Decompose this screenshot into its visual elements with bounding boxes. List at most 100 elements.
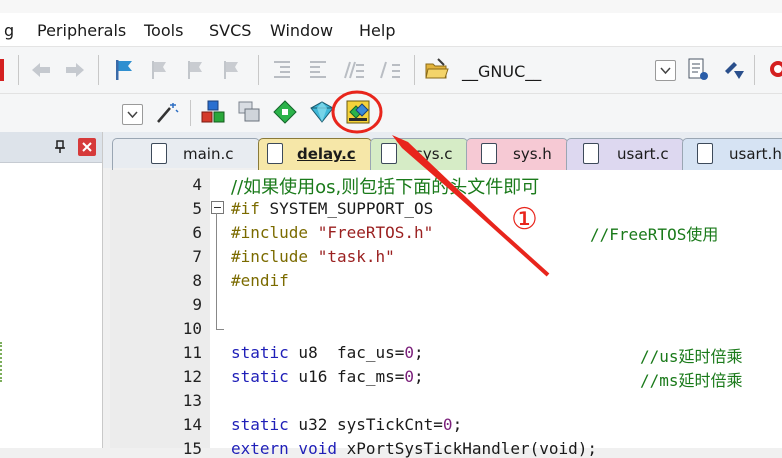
string-literal: "task.h" bbox=[317, 247, 395, 266]
bookmark-prev-icon[interactable] bbox=[148, 58, 172, 82]
target-dropdown-button[interactable] bbox=[655, 60, 676, 81]
toolbar-main: __GNUC__ bbox=[0, 47, 782, 94]
code-text: ; bbox=[414, 367, 424, 386]
preprocessor-directive: #include bbox=[231, 247, 309, 266]
project-panel bbox=[0, 132, 103, 448]
code-line-11: static u8 fac_us=0; bbox=[231, 343, 424, 362]
code-text: u32 sysTickCnt= bbox=[288, 415, 443, 434]
tab-main-c[interactable]: main.c bbox=[112, 138, 260, 171]
tab-label: delay.c bbox=[297, 145, 356, 163]
menu-svcs[interactable]: SVCS bbox=[209, 21, 251, 40]
file-icon bbox=[151, 143, 167, 164]
document-settings-icon[interactable] bbox=[686, 57, 710, 83]
file-extensions-icon[interactable] bbox=[236, 99, 262, 125]
file-icon bbox=[381, 143, 397, 164]
project-panel-header bbox=[0, 132, 102, 163]
line-number: 8 bbox=[192, 271, 202, 290]
title-strip bbox=[0, 0, 782, 13]
string-literal: "FreeRTOS.h" bbox=[317, 223, 434, 242]
keyword: static bbox=[231, 367, 289, 386]
code-text: xPortSysTickHandler(void); bbox=[336, 439, 598, 458]
line-number: 10 bbox=[182, 319, 202, 338]
target-define-label[interactable]: __GNUC__ bbox=[462, 62, 541, 81]
unindent-icon[interactable] bbox=[306, 59, 330, 81]
annotation-marker: ① bbox=[511, 202, 538, 237]
indent-icon[interactable] bbox=[270, 59, 294, 81]
uncomment-icon[interactable] bbox=[378, 59, 402, 81]
fold-guide-end bbox=[216, 329, 224, 330]
code-text: SYSTEM_SUPPORT_OS bbox=[259, 199, 434, 218]
tree-guide bbox=[0, 342, 6, 382]
line-number: 15 bbox=[182, 439, 202, 458]
tab-sys-h[interactable]: sys.h bbox=[466, 138, 568, 171]
bookmark-clear-icon[interactable] bbox=[220, 58, 244, 82]
toolbar-separator bbox=[190, 100, 191, 126]
line-number: 14 bbox=[182, 415, 202, 434]
menu-tools[interactable]: Tools bbox=[144, 21, 183, 40]
back-arrow-icon[interactable] bbox=[30, 61, 52, 79]
tab-usart-h[interactable]: usart.h bbox=[682, 138, 782, 171]
bookmark-flag-icon[interactable] bbox=[112, 58, 136, 82]
menu-debug[interactable]: g bbox=[4, 21, 14, 40]
close-panel-button[interactable] bbox=[78, 138, 96, 156]
line-number: 13 bbox=[182, 391, 202, 410]
keyword: extern void bbox=[231, 439, 337, 458]
open-folder-icon[interactable] bbox=[424, 57, 450, 81]
magic-wand-icon[interactable] bbox=[154, 100, 180, 126]
code-line-6-comment: //FreeRTOS使用 bbox=[590, 221, 718, 245]
menu-help[interactable]: Help bbox=[359, 21, 395, 40]
tab-label: sys.h bbox=[513, 145, 552, 163]
tab-label: usart.h bbox=[729, 145, 782, 163]
menu-window[interactable]: Window bbox=[270, 21, 333, 40]
line-number: 12 bbox=[182, 367, 202, 386]
menu-peripherals[interactable]: Peripherals bbox=[37, 21, 126, 40]
file-icon bbox=[481, 143, 497, 164]
code-line-12: static u16 fac_ms=0; bbox=[231, 367, 424, 386]
fold-collapse-button[interactable] bbox=[211, 201, 224, 214]
code-line-12-comment: //ms延时倍乘 bbox=[640, 367, 743, 391]
toolbar-separator bbox=[18, 55, 19, 85]
tab-delay-c[interactable]: delay.c bbox=[258, 138, 372, 171]
number-literal: 0 bbox=[404, 367, 415, 386]
line-number: 6 bbox=[192, 223, 202, 242]
rte-icon[interactable] bbox=[308, 99, 336, 125]
tab-label: usart.c bbox=[617, 145, 669, 163]
forward-arrow-icon[interactable] bbox=[64, 61, 86, 79]
code-line-6: #include "FreeRTOS.h" bbox=[231, 223, 433, 242]
code-text: ; bbox=[452, 415, 463, 434]
code-line-7: #include "task.h" bbox=[231, 247, 395, 266]
code-line-15: extern void xPortSysTickHandler(void); bbox=[231, 439, 597, 458]
pin-icon[interactable] bbox=[54, 140, 66, 154]
number-literal: 0 bbox=[442, 415, 453, 434]
software-packs-icon[interactable] bbox=[344, 98, 372, 126]
code-line-14: static u32 sysTickCnt=0; bbox=[231, 415, 462, 434]
keyword: static bbox=[231, 415, 289, 434]
manage-components-icon[interactable] bbox=[200, 99, 226, 125]
code-comment: //ms延时倍乘 bbox=[640, 371, 743, 390]
line-number: 5 bbox=[192, 199, 202, 218]
code-text: ; bbox=[414, 343, 424, 362]
file-icon bbox=[697, 143, 713, 164]
insert-template-icon[interactable] bbox=[722, 57, 746, 83]
toolbar-separator bbox=[414, 55, 415, 85]
code-comment: //us延时倍乘 bbox=[640, 347, 743, 366]
preprocessor-directive: #endif bbox=[231, 271, 289, 290]
code-line-8: #endif bbox=[231, 271, 289, 290]
code-comment: //如果使用os,则包括下面的头文件即可 bbox=[231, 177, 540, 198]
code-text: u16 fac_ms= bbox=[288, 367, 405, 386]
comment-icon[interactable] bbox=[342, 59, 366, 81]
tab-usart-c[interactable]: usart.c bbox=[566, 138, 684, 171]
file-icon bbox=[583, 143, 599, 164]
line-number: 4 bbox=[192, 175, 202, 194]
code-comment: //FreeRTOS使用 bbox=[590, 225, 719, 244]
stop-icon[interactable] bbox=[0, 59, 4, 81]
pack-installer-icon[interactable] bbox=[272, 99, 298, 125]
preprocessor-directive: #include bbox=[231, 223, 309, 242]
code-line-5: #if SYSTEM_SUPPORT_OS bbox=[231, 199, 433, 218]
line-number: 11 bbox=[182, 343, 202, 362]
target-select-dropdown[interactable] bbox=[122, 104, 143, 125]
chevron-down-icon bbox=[127, 111, 138, 119]
bookmark-next-icon[interactable] bbox=[184, 58, 208, 82]
tab-sys-c[interactable]: sys.c bbox=[370, 138, 468, 171]
debug-start-icon[interactable] bbox=[766, 59, 782, 81]
